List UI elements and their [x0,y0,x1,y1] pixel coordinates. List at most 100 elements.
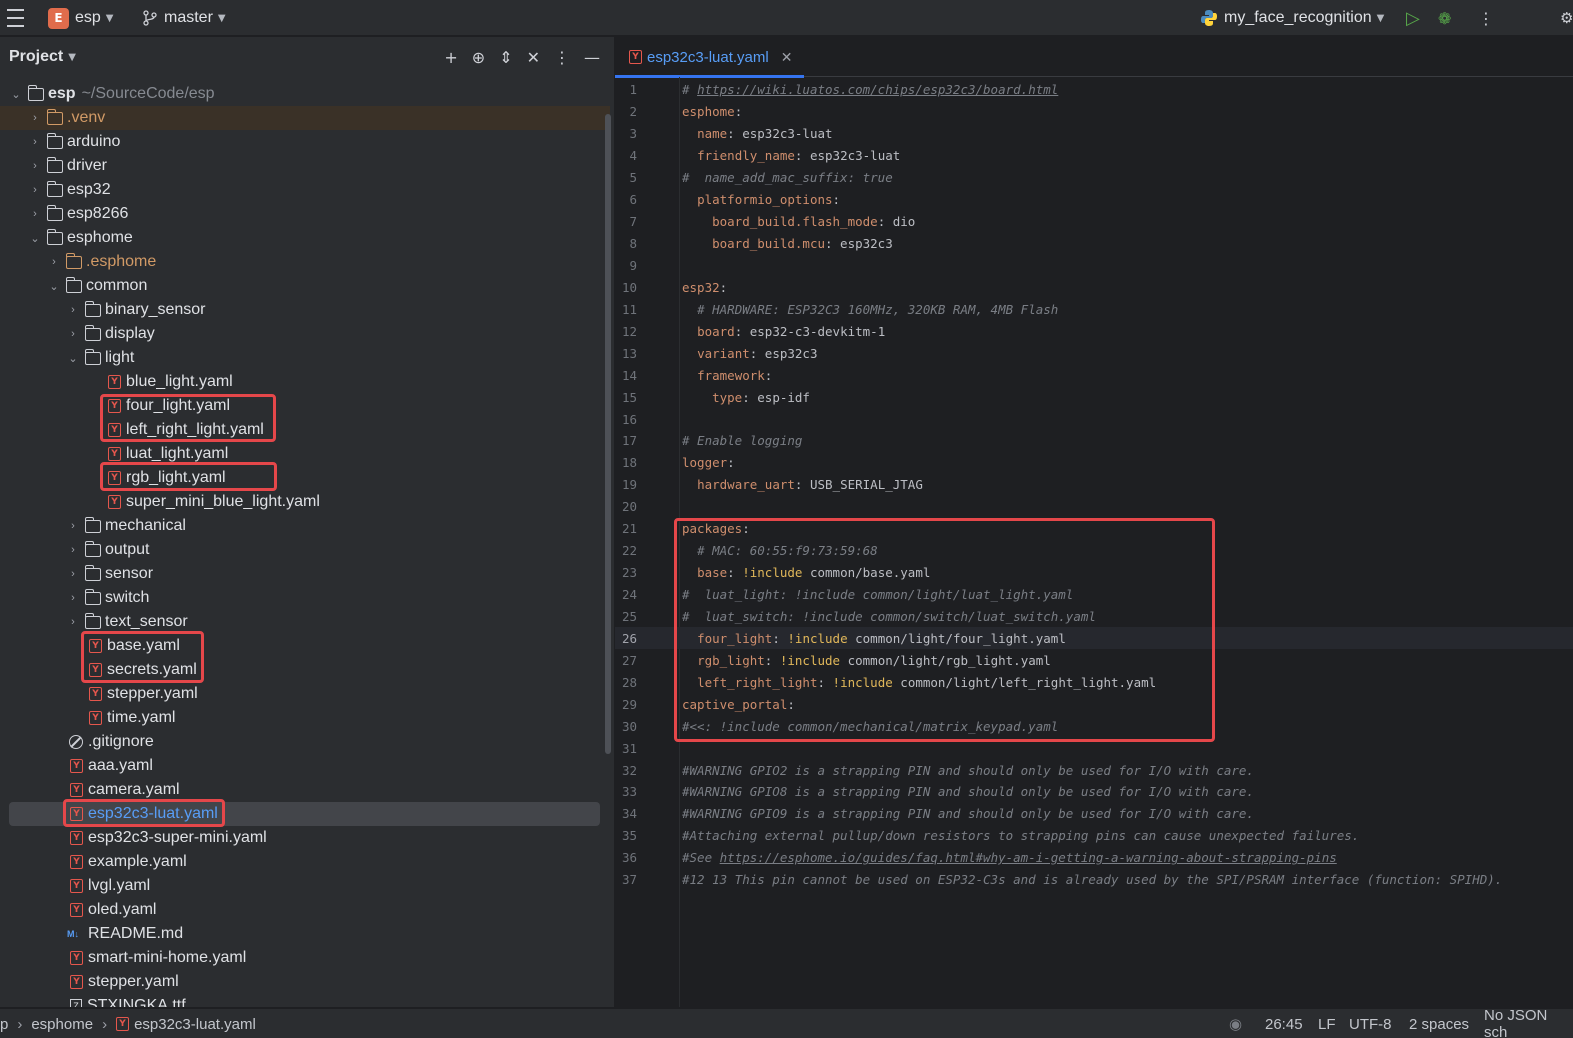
chevron-down-icon[interactable]: ⌄ [10,88,22,101]
tree-item-example-yaml[interactable]: Y example.yaml [0,850,610,874]
code-line[interactable]: 15 type: esp-idf [615,386,1573,408]
collapse-all-icon[interactable]: ✕ [527,48,540,67]
code-line[interactable]: 33 #WARNING GPIO8 is a strapping PIN and … [615,781,1573,803]
code-line[interactable]: 19 hardware_uart: USB_SERIAL_JTAG [615,474,1573,496]
code-line[interactable]: 22 # MAC: 60:55:f9:73:59:68 [615,540,1573,562]
code-line[interactable]: 31 [615,737,1573,759]
tree-root[interactable]: ⌄ esp ~/SourceCode/esp [0,82,610,106]
tree-item-smart-mini-home-yaml[interactable]: Y smart-mini-home.yaml [0,946,610,970]
tree-item-blue-light-yaml[interactable]: Y blue_light.yaml [0,370,610,394]
code-line[interactable]: 28 left_right_light: !include common/lig… [615,671,1573,693]
tree-item-oled-yaml[interactable]: Y oled.yaml [0,898,610,922]
code-line[interactable]: 25 # luat_switch: !include common/switch/… [615,606,1573,628]
code-line[interactable]: 12 board: esp32-c3-devkitm-1 [615,320,1573,342]
new-file-icon[interactable]: + [444,48,457,67]
tree-item-super-mini-blue-light-yaml[interactable]: Y super_mini_blue_light.yaml [0,490,610,514]
code-line[interactable]: 20 [615,496,1573,518]
main-menu-icon[interactable] [6,0,24,36]
run-button[interactable]: ▷ [1406,0,1420,36]
tree-item-stepper-yaml-root[interactable]: Y stepper.yaml [0,970,610,994]
breadcrumb-item[interactable]: esp32c3-luat.yaml [134,1016,256,1033]
tree-item-driver[interactable]: › driver [0,154,610,178]
tree-item-esphome[interactable]: ⌄ esphome [0,226,610,250]
code-line[interactable]: 16 [615,408,1573,430]
code-line[interactable]: 4 friendly_name: esp32c3-luat [615,145,1573,167]
tree-item-mechanical[interactable]: › mechanical [0,514,610,538]
chevron-right-icon[interactable]: › [29,184,41,196]
tree-item-output[interactable]: › output [0,538,610,562]
tree-item-light[interactable]: ⌄ light [0,346,610,370]
code-line[interactable]: 32 #WARNING GPIO2 is a strapping PIN and … [615,759,1573,781]
debug-button[interactable]: ❁ [1438,0,1451,36]
chevron-right-icon[interactable]: › [48,256,60,268]
tree-item-base-yaml[interactable]: Y base.yaml [0,634,610,658]
breadcrumb-item[interactable]: p [0,1016,8,1033]
code-line[interactable]: 24 # luat_light: !include common/light/lu… [615,584,1573,606]
code-line[interactable]: 29 captive_portal: [615,693,1573,715]
tree-item-font-file[interactable]: Z STXINGKA.ttf [0,994,610,1007]
code-line[interactable]: 10 esp32: [615,276,1573,298]
tree-item-venv[interactable]: › .venv [0,106,610,130]
chevron-right-icon[interactable]: › [67,544,79,556]
line-separator[interactable]: LF [1318,1009,1336,1038]
minimize-icon[interactable]: — [584,48,600,67]
run-config-selector[interactable]: my_face_recognition ▼ [1200,0,1384,36]
chevron-right-icon[interactable]: › [67,616,79,628]
tree-item-dot-esphome[interactable]: › .esphome [0,250,610,274]
tree-item-rgb-light-yaml[interactable]: Y rgb_light.yaml [0,466,610,490]
file-encoding[interactable]: UTF-8 [1349,1009,1392,1038]
tree-item-display[interactable]: › display [0,322,610,346]
project-panel-title[interactable]: Project [9,48,63,66]
project-scrollbar[interactable] [605,114,611,754]
code-line[interactable]: 11 # HARDWARE: ESP32C3 160MHz, 320KB RAM… [615,298,1573,320]
tree-item-common[interactable]: ⌄ common [0,274,610,298]
tree-item-luat-light-yaml[interactable]: Y luat_light.yaml [0,442,610,466]
code-line[interactable]: 7 board_build.flash_mode: dio [615,211,1573,233]
tree-item-switch[interactable]: › switch [0,586,610,610]
code-line[interactable]: 5 # name_add_mac_suffix: true [615,167,1573,189]
tree-item-esp8266[interactable]: › esp8266 [0,202,610,226]
chevron-down-icon[interactable]: ▼ [68,52,76,63]
code-line[interactable]: 8 board_build.mcu: esp32c3 [615,233,1573,255]
code-line[interactable]: 36 #See https://esphome.io/guides/faq.htm… [615,847,1573,869]
chevron-right-icon[interactable]: › [67,568,79,580]
code-line[interactable]: 2 esphome: [615,101,1573,123]
chevron-right-icon[interactable]: › [29,112,41,124]
code-line[interactable]: 9 [615,255,1573,277]
tree-item-gitignore[interactable]: .gitignore [0,730,610,754]
code-line[interactable]: 34 #WARNING GPIO9 is a strapping PIN and … [615,803,1573,825]
code-line[interactable]: 35 #Attaching external pullup/down resist… [615,825,1573,847]
tree-item-esp32c3-super-mini-yaml[interactable]: Y esp32c3-super-mini.yaml [0,826,610,850]
code-line[interactable]: 30 #<<: !include common/mechanical/matrix… [615,715,1573,737]
code-line[interactable]: 3 name: esp32c3-luat [615,123,1573,145]
chevron-right-icon[interactable]: › [67,520,79,532]
code-line[interactable]: 26 four_light: !include common/light/fou… [615,627,1573,650]
tree-item-sensor[interactable]: › sensor [0,562,610,586]
close-icon[interactable]: ✕ [781,49,793,66]
tree-item-lvgl-yaml[interactable]: Y lvgl.yaml [0,874,610,898]
code-line[interactable]: 21 packages: [615,518,1573,540]
chevron-right-icon[interactable]: › [29,208,41,220]
code-line[interactable]: 23 base: !include common/base.yaml [615,562,1573,584]
tab-esp32c3-luat[interactable]: Y esp32c3-luat.yaml ✕ [615,37,805,78]
chevron-down-icon[interactable]: ⌄ [67,352,79,365]
code-line[interactable]: 13 variant: esp32c3 [615,342,1573,364]
code-line[interactable]: 37 #12 13 This pin cannot be used on ESP3… [615,869,1573,891]
options-icon[interactable]: ⋮ [554,48,570,67]
branch-selector[interactable]: master ▼ [142,0,226,36]
tree-item-text-sensor[interactable]: › text_sensor [0,610,610,634]
indent-setting[interactable]: 2 spaces [1409,1009,1469,1038]
tree-item-esp32c3-luat-yaml[interactable]: Y esp32c3-luat.yaml [9,802,600,826]
chevron-down-icon[interactable]: ⌄ [29,232,41,245]
code-line[interactable]: 17 # Enable logging [615,430,1573,452]
locate-icon[interactable]: ⊕ [472,48,485,67]
code-line[interactable]: 14 framework: [615,364,1573,386]
code-area[interactable]: 1 # https://wiki.luatos.com/chips/esp32c3… [615,79,1573,891]
tree-item-readme[interactable]: M↓ README.md [0,922,610,946]
code-line[interactable]: 1 # https://wiki.luatos.com/chips/esp32c3… [615,79,1573,101]
more-actions-button[interactable]: ⋮ [1478,0,1494,36]
breadcrumb-item[interactable]: esphome [31,1016,93,1033]
sync-icon[interactable]: ◉ [1229,1009,1242,1038]
tree-item-four-light-yaml[interactable]: Y four_light.yaml [0,394,610,418]
chevron-right-icon[interactable]: › [67,304,79,316]
